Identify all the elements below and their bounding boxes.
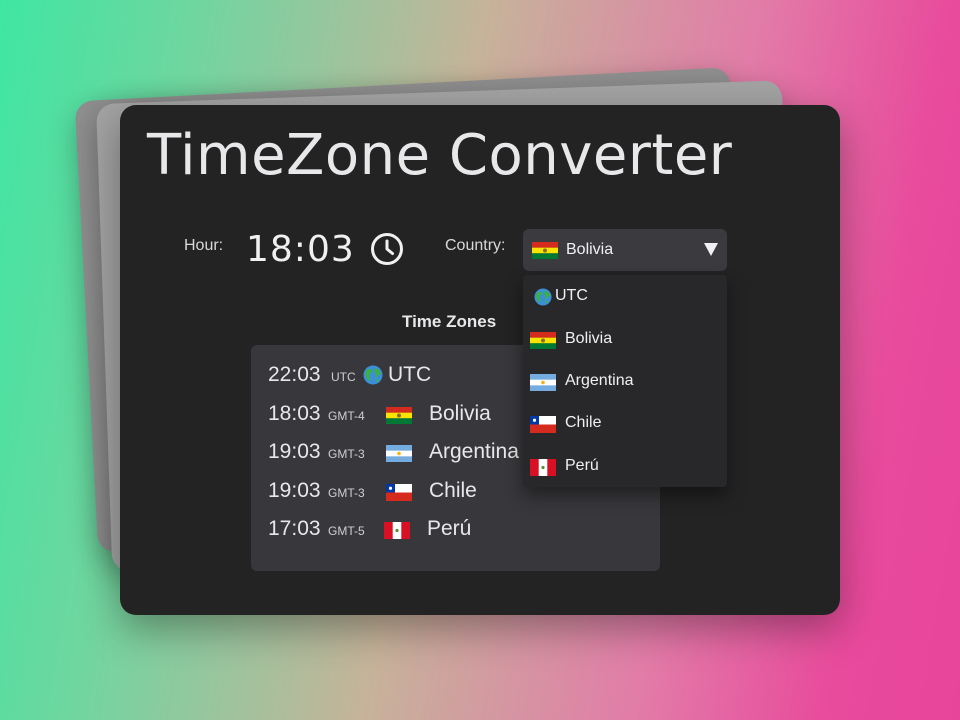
- selected-country-text: Bolivia: [566, 241, 614, 258]
- flag-peru-icon: [530, 459, 556, 476]
- dropdown-option-argentina[interactable]: Argentina: [523, 360, 727, 402]
- globe-icon: [534, 288, 552, 306]
- flag-argentina-icon: [386, 445, 412, 462]
- country-dropdown-menu: UTC Bolivia Argentina Chile Perú: [523, 275, 727, 487]
- dropdown-option-utc[interactable]: UTC: [523, 275, 727, 317]
- globe-icon: [363, 365, 383, 385]
- flag-chile-icon: [386, 484, 412, 501]
- dropdown-option-label: Argentina: [565, 372, 634, 389]
- time-zones-heading: Time Zones: [402, 312, 497, 331]
- flag-bolivia-icon: [532, 242, 558, 259]
- zone-time: 18:03: [268, 402, 321, 425]
- flag-peru-icon: [384, 522, 410, 539]
- zone-name: Argentina: [429, 440, 519, 463]
- dropdown-option-label: Chile: [565, 414, 602, 431]
- dropdown-option-label: Bolivia: [565, 330, 613, 347]
- zone-offset: UTC: [331, 370, 356, 384]
- zone-time: 19:03: [268, 440, 321, 463]
- dropdown-option-chile[interactable]: Chile: [523, 402, 727, 444]
- hour-label: Hour:: [184, 237, 224, 254]
- dropdown-option-label: UTC: [555, 287, 588, 304]
- country-label: Country:: [445, 237, 506, 254]
- clock-icon[interactable]: [370, 232, 404, 266]
- dropdown-option-bolivia[interactable]: Bolivia: [523, 318, 727, 360]
- country-select[interactable]: Bolivia: [523, 229, 727, 271]
- flag-bolivia-icon: [386, 407, 412, 424]
- zone-offset: GMT-3: [328, 486, 365, 500]
- chevron-down-icon: [704, 243, 718, 256]
- page-title: TimeZone Converter: [147, 123, 733, 188]
- zone-name: Chile: [429, 479, 477, 502]
- flag-argentina-icon: [530, 374, 556, 391]
- zone-time: 17:03: [268, 517, 321, 540]
- dropdown-option-label: Perú: [565, 457, 599, 474]
- flag-chile-icon: [530, 416, 556, 433]
- zone-time: 22:03: [268, 363, 321, 386]
- zone-offset: GMT-4: [328, 409, 365, 423]
- hour-value[interactable]: 18:03: [246, 229, 355, 270]
- zone-name: Perú: [427, 517, 472, 540]
- dropdown-option-peru[interactable]: Perú: [523, 445, 727, 487]
- zone-offset: GMT-5: [328, 524, 365, 538]
- zone-time: 19:03: [268, 479, 321, 502]
- zone-name: UTC: [388, 363, 432, 386]
- zone-offset: GMT-3: [328, 447, 365, 461]
- converter-card: TimeZone Converter Hour: 18:03 Country: …: [120, 105, 840, 615]
- zone-name: Bolivia: [429, 402, 491, 425]
- flag-bolivia-icon: [530, 332, 556, 349]
